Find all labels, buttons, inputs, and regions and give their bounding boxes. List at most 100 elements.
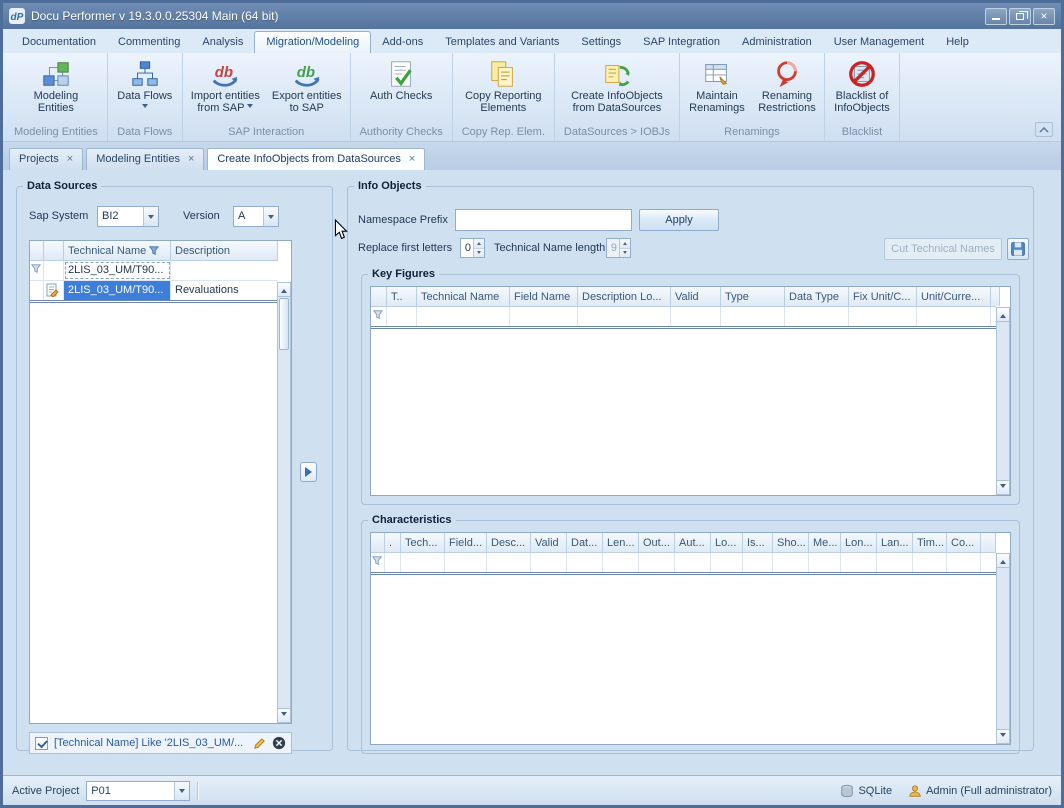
column-header[interactable]: Me... [809, 533, 841, 552]
datasources-scrollbar[interactable] [277, 282, 291, 723]
menu-tab-commenting[interactable]: Commenting [107, 32, 191, 53]
doc-tab-projects[interactable]: Projects × [9, 148, 83, 170]
restore-button[interactable] [1009, 8, 1031, 25]
column-header[interactable]: Tech... [401, 533, 445, 552]
column-header[interactable]: Description Lo... [578, 287, 671, 306]
column-header[interactable]: Technical Name [417, 287, 510, 306]
column-header[interactable]: T.. [387, 287, 417, 306]
modeling-entities-button[interactable]: ModelingEntities [22, 55, 90, 115]
column-header[interactable]: Type [721, 287, 785, 306]
column-header[interactable]: Field Name [510, 287, 578, 306]
save-button[interactable] [1007, 238, 1029, 260]
scroll-down-button[interactable] [997, 729, 1009, 743]
scroll-up-button[interactable] [997, 308, 1009, 322]
namespace-prefix-input[interactable] [455, 209, 632, 231]
import-entities-from-sap-button[interactable]: db Import entitiesfrom SAP [186, 55, 265, 115]
column-header[interactable]: Sho... [773, 533, 809, 552]
ribbon-tab-bar: Documentation Commenting Analysis Migrat… [3, 29, 1061, 53]
menu-tab-documentation[interactable]: Documentation [11, 32, 107, 53]
column-header[interactable]: Lon... [841, 533, 877, 552]
scroll-down-button[interactable] [997, 480, 1009, 494]
clear-filter-icon[interactable] [272, 736, 286, 750]
spin-up-icon[interactable] [474, 239, 484, 249]
menu-tab-sap-integration[interactable]: SAP Integration [632, 32, 731, 53]
transfer-selection-button[interactable] [300, 462, 317, 482]
characteristics-scrollbar[interactable] [996, 553, 1010, 744]
doc-tab-modeling-entities[interactable]: Modeling Entities × [86, 148, 204, 170]
cut-technical-names-button[interactable]: Cut Technical Names [884, 238, 1002, 260]
column-header-description[interactable]: Description [171, 241, 278, 260]
filter-funnel-icon[interactable] [149, 246, 159, 256]
dropdown-arrow-icon[interactable] [174, 782, 189, 800]
description-filter-cell[interactable] [171, 261, 278, 280]
technical-name-filter-cell[interactable]: 2LIS_03_UM/T90... [64, 261, 171, 280]
description-cell[interactable]: Revaluations [171, 281, 278, 300]
create-infoobjects-button[interactable]: Create InfoObjectsfrom DataSources [566, 55, 668, 115]
column-header[interactable]: . [385, 533, 401, 552]
column-header[interactable]: Unit/Curre... [917, 287, 991, 306]
technical-name-length-spinner[interactable]: 9 [606, 238, 631, 258]
sap-system-combo[interactable]: BI2 [97, 206, 159, 227]
dropdown-arrow-icon[interactable] [143, 207, 158, 226]
minimize-button[interactable] [985, 8, 1007, 25]
renaming-restrictions-button[interactable]: RenamingRestrictions [753, 55, 821, 115]
scroll-up-button[interactable] [278, 283, 290, 297]
doc-tab-create-infoobjects[interactable]: Create InfoObjects from DataSources × [207, 148, 425, 170]
column-header[interactable]: Lo... [711, 533, 743, 552]
spin-down-icon[interactable] [474, 249, 484, 258]
spin-up-icon[interactable] [620, 239, 630, 249]
active-project-combo[interactable]: P01 [86, 781, 190, 801]
spin-down-icon[interactable] [620, 249, 630, 258]
close-button[interactable]: × [1033, 8, 1055, 25]
key-figures-scrollbar[interactable] [996, 307, 1010, 495]
collapse-ribbon-button[interactable] [1035, 122, 1053, 137]
filter-funnel-icon [31, 264, 41, 274]
column-header[interactable]: Data Type [785, 287, 849, 306]
column-header[interactable]: Aut... [675, 533, 711, 552]
column-header[interactable]: Tim... [913, 533, 947, 552]
column-header[interactable]: Dat... [567, 533, 603, 552]
maintain-renamings-button[interactable]: MaintainRenamings [683, 55, 751, 115]
column-header[interactable]: Valid [531, 533, 567, 552]
menu-tab-help[interactable]: Help [935, 32, 980, 53]
column-header[interactable]: Desc... [487, 533, 531, 552]
menu-tab-settings[interactable]: Settings [570, 32, 632, 53]
column-header[interactable]: Out... [639, 533, 675, 552]
version-combo[interactable]: A [233, 206, 279, 227]
tab-close-icon[interactable]: × [409, 154, 415, 165]
column-header-technical-name[interactable]: Technical Name [64, 241, 171, 260]
tab-close-icon[interactable]: × [67, 154, 73, 165]
modeling-entities-icon [41, 57, 71, 90]
technical-name-cell[interactable]: 2LIS_03_UM/T90... [64, 281, 171, 300]
apply-button[interactable]: Apply [639, 209, 719, 231]
auth-checks-button[interactable]: Auth Checks [365, 55, 437, 103]
column-header[interactable]: Fix Unit/C... [849, 287, 917, 306]
scroll-down-button[interactable] [278, 708, 290, 722]
column-header[interactable]: Len... [603, 533, 639, 552]
column-header[interactable]: Valid [671, 287, 721, 306]
copy-reporting-elements-button[interactable]: Copy ReportingElements [460, 55, 546, 115]
column-header[interactable]: Co... [947, 533, 981, 552]
data-flows-button[interactable]: Data Flows [111, 55, 179, 112]
dropdown-arrow-icon[interactable] [263, 207, 278, 226]
tab-close-icon[interactable]: × [188, 154, 194, 165]
menu-tab-add-ons[interactable]: Add-ons [371, 32, 434, 53]
menu-tab-migration-modeling[interactable]: Migration/Modeling [254, 31, 371, 53]
filter-expression: [Technical Name] Like '2LIS_03_UM/... [54, 737, 247, 749]
edit-filter-pencil-icon[interactable] [253, 737, 266, 750]
blacklist-of-infoobjects-button[interactable]: Blacklist ofInfoObjects [828, 55, 896, 115]
menu-tab-administration[interactable]: Administration [731, 32, 823, 53]
menu-tab-analysis[interactable]: Analysis [191, 32, 254, 53]
column-header[interactable]: Lan... [877, 533, 913, 552]
column-header[interactable]: Field... [445, 533, 487, 552]
column-header[interactable]: Is... [743, 533, 773, 552]
scroll-up-button[interactable] [997, 554, 1009, 568]
scrollbar-thumb[interactable] [279, 298, 289, 350]
menu-tab-user-management[interactable]: User Management [823, 32, 936, 53]
data-sources-panel: Data Sources Sap System BI2 Version A Te… [16, 180, 333, 751]
menu-tab-templates-and-variants[interactable]: Templates and Variants [434, 32, 570, 53]
replace-first-letters-spinner[interactable]: 0 [460, 238, 485, 258]
export-entities-to-sap-button[interactable]: db Export entitiesto SAP [267, 55, 347, 115]
filter-enabled-checkbox[interactable] [35, 737, 48, 750]
active-project-label: Active Project [12, 785, 79, 797]
